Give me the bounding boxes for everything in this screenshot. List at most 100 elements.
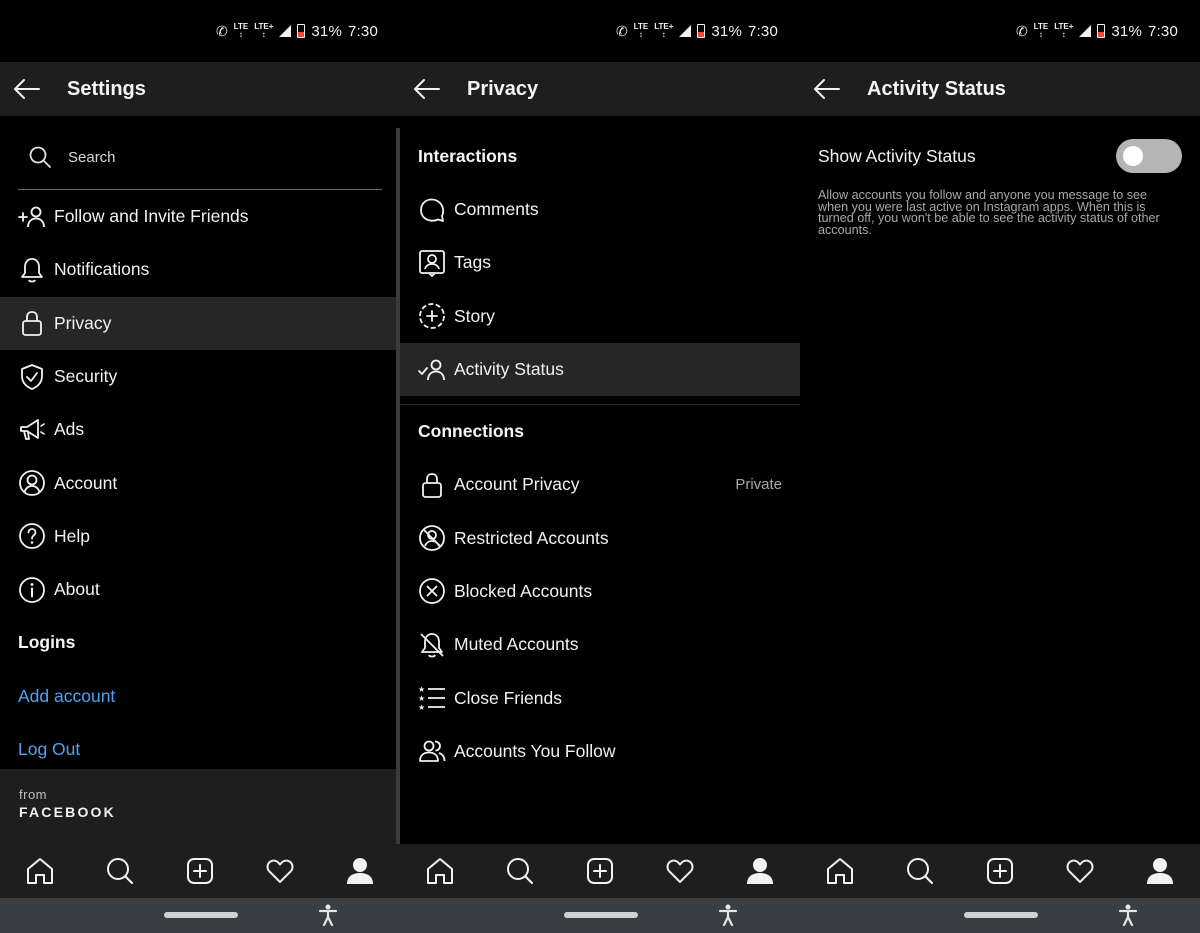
privacy-item-blocked[interactable]: Blocked Accounts (400, 565, 800, 618)
settings-panel: ✆ LTE↕ LTE+↕ 31% 7:30 Settings Search (0, 0, 400, 933)
from-facebook-footer: from FACEBOOK (0, 769, 400, 844)
home-gesture-pill[interactable] (964, 912, 1038, 918)
interactions-heading: Interactions (418, 146, 518, 166)
privacy-item-accounts-follow[interactable]: Accounts You Follow (400, 725, 800, 778)
status-bar: ✆ LTE ↕ LTE+ ↕ 31% 7:30 (800, 0, 1200, 62)
phone-icon: ✆ (1015, 22, 1028, 39)
account-privacy-value: Private (735, 476, 782, 494)
back-arrow-icon[interactable] (800, 62, 854, 116)
svg-text:★: ★ (418, 685, 425, 694)
network-indicator: LTE ↕ (633, 22, 649, 39)
activity-status-panel: ✆ LTE ↕ LTE+ ↕ 31% 7:30 Activity Status Sh… (800, 0, 1200, 933)
privacy-list: Interactions Comments Tags Story Activit… (400, 116, 800, 778)
add-person-icon (18, 203, 46, 231)
muted-bell-icon (418, 631, 446, 659)
search-icon (28, 145, 52, 169)
home-icon[interactable] (820, 851, 860, 891)
network-indicator: LTE ↕ (1033, 22, 1049, 39)
search-icon[interactable] (100, 851, 140, 891)
accounts-follow-icon (418, 737, 446, 765)
activity-heart-icon[interactable] (260, 851, 300, 891)
back-arrow-icon[interactable] (0, 62, 54, 116)
svg-text:★: ★ (418, 703, 425, 712)
settings-item-account[interactable]: Account (0, 456, 400, 509)
search-input[interactable]: Search (0, 124, 400, 190)
privacy-item-comments[interactable]: Comments (400, 183, 800, 236)
page-title: Settings (67, 77, 146, 100)
settings-item-ads[interactable]: Ads (0, 403, 400, 456)
bottom-nav (0, 844, 400, 898)
home-gesture-pill[interactable] (564, 912, 638, 918)
privacy-item-activity-status[interactable]: Activity Status (400, 342, 800, 397)
accessibility-icon[interactable] (1118, 904, 1138, 926)
profile-icon[interactable] (340, 851, 380, 891)
connections-heading: Connections (418, 421, 524, 442)
back-arrow-icon[interactable] (400, 62, 454, 116)
home-icon[interactable] (420, 851, 460, 891)
accessibility-icon[interactable] (718, 904, 738, 926)
battery-icon (1097, 24, 1106, 38)
settings-item-follow-invite[interactable]: Follow and Invite Friends (0, 190, 400, 243)
new-post-icon[interactable] (980, 851, 1020, 891)
new-post-icon[interactable] (580, 851, 620, 891)
phone-icon: ✆ (215, 22, 228, 39)
profile-icon[interactable] (740, 851, 780, 891)
bottom-nav (400, 844, 800, 898)
privacy-item-close-friends[interactable]: ★ ★ ★ Close Friends (400, 671, 800, 724)
comment-icon (418, 196, 446, 224)
activity-heart-icon[interactable] (660, 851, 700, 891)
toggle-label: Show Activity Status (818, 145, 976, 166)
activity-status-content: Show Activity Status Allow accounts you … (800, 116, 1200, 236)
search-placeholder: Search (68, 148, 116, 166)
system-gesture-bar (800, 898, 1200, 933)
privacy-item-restricted[interactable]: Restricted Accounts (400, 511, 800, 564)
settings-item-privacy[interactable]: Privacy (0, 296, 400, 350)
search-icon[interactable] (900, 851, 940, 891)
battery-icon (697, 24, 706, 38)
profile-icon[interactable] (1140, 851, 1180, 891)
battery-icon (297, 24, 306, 38)
privacy-item-label: Story (454, 305, 495, 326)
privacy-item-story[interactable]: Story (400, 290, 800, 343)
privacy-item-account-privacy[interactable]: Account Privacy Private (400, 458, 800, 511)
shield-icon (18, 363, 46, 391)
app-bar: Settings (0, 62, 400, 116)
status-bar: ✆ LTE ↕ LTE+ ↕ 31% 7:30 (0, 0, 400, 62)
settings-item-label: Ads (54, 419, 85, 440)
privacy-item-tags[interactable]: Tags (400, 236, 800, 289)
log-out-link[interactable]: Log Out (0, 723, 400, 776)
svg-text:★: ★ (418, 694, 425, 703)
privacy-item-label: Restricted Accounts (454, 527, 609, 548)
activity-status-toggle[interactable] (1116, 139, 1182, 173)
search-icon[interactable] (500, 851, 540, 891)
privacy-item-muted[interactable]: Muted Accounts (400, 618, 800, 671)
network-indicator: LTE+ ↕ (254, 22, 274, 39)
app-bar: Privacy (400, 62, 800, 116)
close-friends-icon: ★ ★ ★ (418, 684, 446, 712)
settings-item-label: Privacy (54, 312, 112, 333)
network-indicator: LTE+ ↕ (654, 22, 674, 39)
tag-icon (418, 249, 446, 277)
privacy-panel: ✆ LTE ↕ LTE+ ↕ 31% 7:30 Privacy Interactio… (400, 0, 800, 933)
settings-item-notifications[interactable]: Notifications (0, 243, 400, 296)
settings-item-help[interactable]: Help (0, 510, 400, 563)
settings-item-about[interactable]: About (0, 563, 400, 616)
home-icon[interactable] (20, 851, 60, 891)
new-post-icon[interactable] (180, 851, 220, 891)
battery-percent: 31% (1111, 22, 1142, 40)
facebook-logo: FACEBOOK (19, 804, 116, 820)
settings-item-label: Account (54, 472, 118, 493)
add-account-link[interactable]: Add account (0, 669, 400, 722)
settings-list: Search Follow and Invite Friends Notific… (0, 116, 400, 776)
show-activity-status-row: Show Activity Status (800, 116, 1200, 196)
from-label: from (19, 787, 47, 802)
privacy-item-label: Muted Accounts (454, 634, 579, 655)
signal-icon (679, 25, 692, 37)
phone-icon: ✆ (615, 22, 628, 39)
accessibility-icon[interactable] (318, 904, 338, 926)
settings-item-security[interactable]: Security (0, 350, 400, 403)
battery-percent: 31% (311, 22, 342, 40)
activity-heart-icon[interactable] (1060, 851, 1100, 891)
home-gesture-pill[interactable] (164, 912, 238, 918)
privacy-item-label: Activity Status (454, 359, 564, 380)
